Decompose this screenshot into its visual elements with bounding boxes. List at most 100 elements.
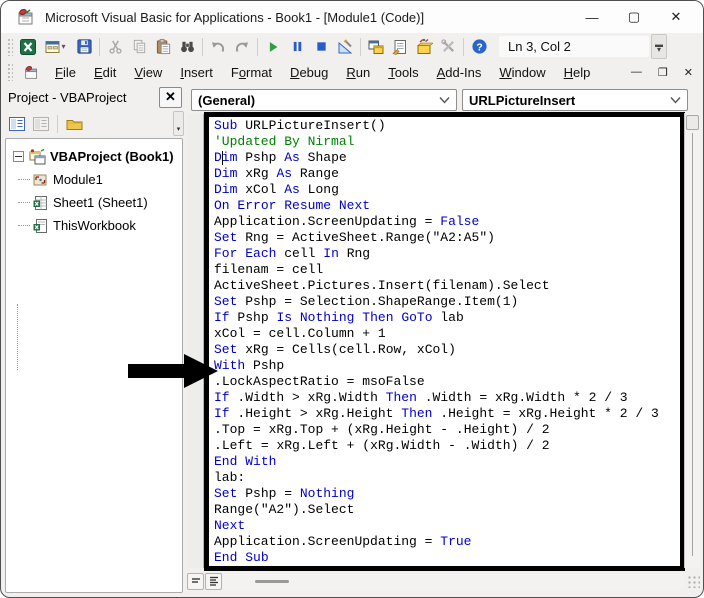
project-panel-close-button[interactable]: ✕	[159, 86, 182, 108]
mdi-minimize-button[interactable]: —	[631, 66, 642, 78]
find-button[interactable]	[175, 35, 199, 58]
menu-format[interactable]: Format	[222, 62, 281, 83]
menu-tools[interactable]: Tools	[379, 62, 427, 83]
vertical-scrollbar-track-line	[692, 133, 693, 556]
code-line[interactable]: Next	[214, 518, 659, 534]
insert-userform-button[interactable]: ▾	[40, 35, 72, 58]
reset-button[interactable]	[309, 35, 333, 58]
redo-button[interactable]	[230, 35, 254, 58]
code-line[interactable]: Set Pshp = Nothing	[214, 486, 659, 502]
run-icon	[269, 41, 278, 52]
menubar-grip[interactable]	[7, 63, 13, 81]
tree-item-sheet1[interactable]: Sheet1 (Sheet1)	[6, 191, 182, 214]
resize-grip-icon[interactable]	[686, 574, 700, 588]
minimize-button[interactable]: —	[571, 1, 613, 33]
menu-edit[interactable]: Edit	[85, 62, 125, 83]
code-line[interactable]: Dim xCol As Long	[214, 182, 659, 198]
menu-view[interactable]: View	[125, 62, 171, 83]
menu-addins[interactable]: Add-Ins	[428, 62, 491, 83]
code-annotation-highlight-border: Sub URLPictureInsert() 'Updated By Nirmal…	[204, 112, 685, 571]
object-dropdown[interactable]: (General)	[191, 89, 457, 111]
chevron-down-icon	[439, 97, 450, 104]
procedure-view-button[interactable]	[187, 572, 204, 590]
code-line[interactable]: If .Width > xRg.Width Then .Width = xRg.…	[214, 390, 659, 406]
code-line[interactable]: Set Pshp = Selection.ShapeRange.Item(1)	[214, 294, 659, 310]
code-line[interactable]: With Pshp	[214, 358, 659, 374]
vertical-scrollbar-thumb[interactable]	[686, 115, 699, 130]
code-line[interactable]: For Each cell In Rng	[214, 246, 659, 262]
code-line[interactable]: Set xRg = Cells(cell.Row, xCol)	[214, 342, 659, 358]
full-module-view-button[interactable]	[205, 572, 222, 590]
menu-insert[interactable]: Insert	[171, 62, 222, 83]
collapse-expander-icon[interactable]	[13, 151, 24, 162]
paste-button[interactable]	[151, 35, 175, 58]
horizontal-scrollbar[interactable]	[223, 572, 684, 590]
run-sub-button[interactable]	[261, 35, 285, 58]
maximize-button[interactable]: ▢	[613, 1, 655, 33]
code-line[interactable]: filenam = cell	[214, 262, 659, 278]
code-line[interactable]: Dim xRg As Range	[214, 166, 659, 182]
procedure-dropdown[interactable]: URLPictureInsert	[462, 89, 688, 111]
code-margin-indicator-bar[interactable]	[187, 114, 204, 568]
code-line[interactable]: ActiveSheet.Pictures.Insert(filenam).Sel…	[214, 278, 659, 294]
code-line[interactable]: .LockAspectRatio = msoFalse	[214, 374, 659, 390]
undo-arrow-icon	[212, 41, 225, 52]
object-browser-button[interactable]	[412, 35, 436, 58]
menu-debug[interactable]: Debug	[281, 62, 337, 83]
code-line[interactable]: Range("A2").Select	[214, 502, 659, 518]
tree-item-module1[interactable]: Module1	[6, 168, 182, 191]
mdi-close-button[interactable]: ✕	[684, 66, 693, 79]
mdi-restore-button[interactable]: ❐	[658, 66, 668, 79]
text-caret	[221, 151, 223, 165]
object-browser-icon	[417, 38, 433, 54]
code-line[interactable]: If Pshp Is Nothing Then GoTo lab	[214, 310, 659, 326]
toolbox-button[interactable]	[436, 35, 460, 58]
code-line[interactable]: End With	[214, 454, 659, 470]
tree-item-vbaproject[interactable]: VBAProject (Book1)	[6, 145, 182, 168]
code-line[interactable]: Sub URLPictureInsert()	[214, 118, 659, 134]
tree-item-thisworkbook[interactable]: ThisWorkbook	[6, 214, 182, 237]
break-button[interactable]	[285, 35, 309, 58]
binoculars-icon	[180, 41, 194, 53]
tree-item-label: Sheet1 (Sheet1)	[53, 195, 148, 210]
horizontal-scrollbar-thumb[interactable]	[255, 579, 289, 583]
cut-button[interactable]	[103, 35, 127, 58]
help-button[interactable]: ?	[467, 35, 491, 58]
toggle-folders-button[interactable]	[63, 113, 85, 134]
vertical-scrollbar[interactable]	[684, 113, 700, 568]
code-line[interactable]: On Error Resume Next	[214, 198, 659, 214]
save-button[interactable]	[72, 35, 96, 58]
undo-button[interactable]	[206, 35, 230, 58]
code-lines[interactable]: Sub URLPictureInsert() 'Updated By Nirmal…	[214, 118, 659, 566]
code-line[interactable]: If .Height > xRg.Height Then .Height = x…	[214, 406, 659, 422]
code-line[interactable]: Application.ScreenUpdating = True	[214, 534, 659, 550]
code-line[interactable]: End Sub	[214, 550, 659, 566]
menu-window[interactable]: Window	[490, 62, 554, 83]
project-explorer-button[interactable]	[364, 35, 388, 58]
view-microsoft-excel-button[interactable]	[16, 35, 40, 58]
project-explorer-icon	[368, 40, 384, 54]
code-line[interactable]: Application.ScreenUpdating = False	[214, 214, 659, 230]
insert-dropdown-arrow-icon[interactable]: ▾	[59, 42, 69, 51]
code-line[interactable]: .Top = xRg.Top + (xRg.Height - .Height) …	[214, 422, 659, 438]
design-mode-button[interactable]	[333, 35, 357, 58]
toolbar-grip[interactable]	[7, 37, 13, 56]
code-line[interactable]: 'Updated By Nirmal	[214, 134, 659, 150]
menu-help[interactable]: Help	[555, 62, 600, 83]
toolbar-options-button[interactable]: ▬ ▾	[651, 34, 667, 59]
menu-run[interactable]: Run	[337, 62, 379, 83]
code-line[interactable]: xCol = cell.Column + 1	[214, 326, 659, 342]
cursor-position-indicator: Ln 3, Col 2	[499, 36, 649, 57]
code-line[interactable]: lab:	[214, 470, 659, 486]
sheet-icon	[33, 195, 47, 210]
copy-button[interactable]	[127, 35, 151, 58]
project-toolbar-overflow-button[interactable]: ▾	[173, 111, 184, 136]
view-code-button[interactable]	[6, 113, 28, 134]
code-line[interactable]: Dim Pshp As Shape	[214, 150, 659, 166]
close-button[interactable]: ✕	[655, 1, 697, 33]
menu-file[interactable]: File	[46, 62, 85, 83]
code-line[interactable]: .Left = xRg.Left + (xRg.Width - .Width) …	[214, 438, 659, 454]
code-line[interactable]: Set Rng = ActiveSheet.Range("A2:A5")	[214, 230, 659, 246]
view-object-button[interactable]	[30, 113, 52, 134]
properties-window-button[interactable]	[388, 35, 412, 58]
